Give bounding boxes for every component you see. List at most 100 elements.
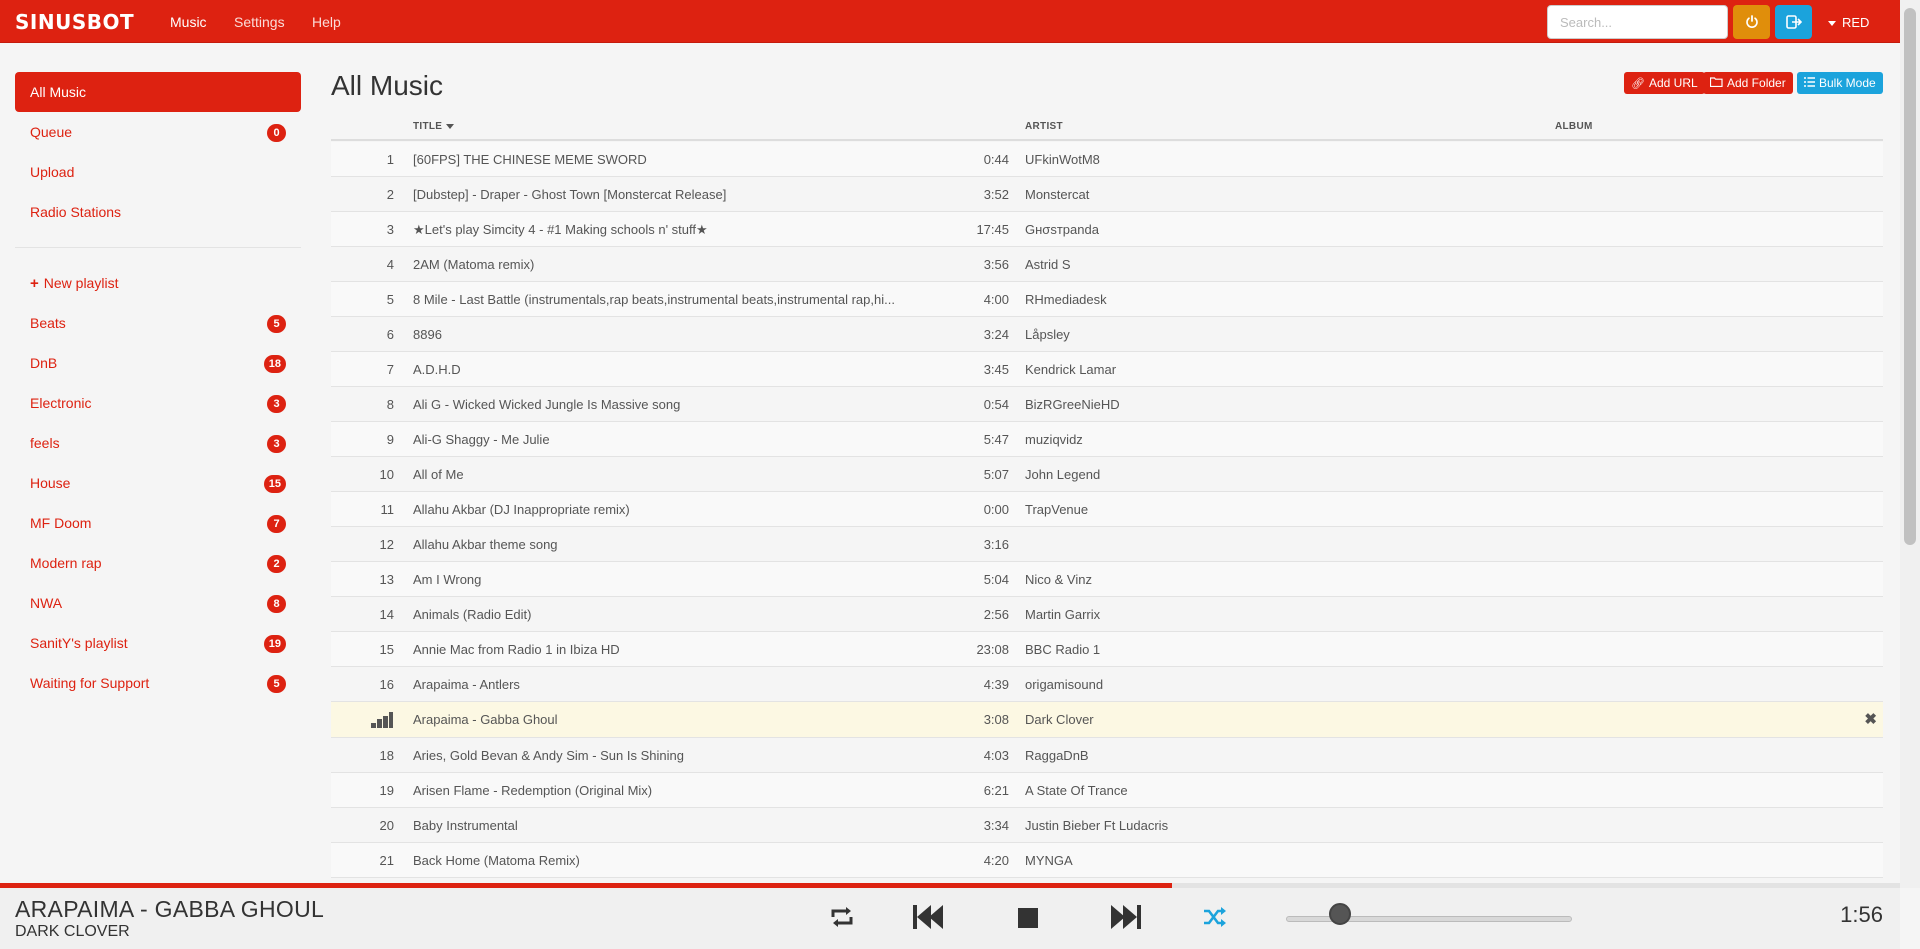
table-row-playing[interactable]: Arapaima - Gabba Ghoul 3:08 Dark Clover ✖ — [331, 702, 1883, 738]
add-url-label: Add URL — [1648, 76, 1698, 90]
user-menu[interactable]: RED — [1828, 15, 1869, 30]
logout-button[interactable] — [1775, 5, 1812, 39]
playback-time: 1:56 — [1840, 902, 1883, 927]
bulk-mode-button[interactable]: Bulk Mode — [1797, 72, 1883, 94]
sidebar-item-label: Radio Stations — [30, 204, 122, 220]
table-row[interactable]: 21 Back Home (Matoma Remix) 4:20 MYNGA — [331, 843, 1883, 878]
track-artist: Astrid S — [1025, 257, 1071, 272]
column-album[interactable]: ALBUM — [1555, 121, 1593, 132]
nav-settings[interactable]: Settings — [234, 14, 285, 30]
table-row[interactable]: 11 Allahu Akbar (DJ Inappropriate remix) 0… — [331, 492, 1883, 527]
track-title: Animals (Radio Edit) — [413, 607, 532, 622]
close-icon[interactable]: ✖ — [1864, 710, 1877, 728]
count-badge: 5 — [267, 675, 286, 693]
stop-icon — [1018, 908, 1038, 928]
table-row[interactable]: 7 A.D.H.D 3:45 Kendrick Lamar — [331, 352, 1883, 387]
sidebar-item-label: feels — [30, 435, 60, 451]
track-artist: muziqvidz — [1025, 432, 1083, 447]
count-badge: 5 — [267, 315, 286, 333]
track-number: 15 — [379, 642, 394, 657]
track-duration: 4:20 — [983, 853, 1009, 868]
sidebar-item-playlist[interactable]: Electronic 3 — [15, 383, 301, 423]
table-row[interactable]: 1 [60FPS] THE CHINESE MEME SWORD 0:44 UFkin… — [331, 142, 1883, 177]
track-title: 2AM (Matoma remix) — [413, 257, 535, 272]
power-button[interactable] — [1733, 5, 1770, 39]
sidebar-item-playlist[interactable]: SanitY's playlist 19 — [15, 623, 301, 663]
table-row[interactable]: 8 Ali G - Wicked Wicked Jungle Is Massive… — [331, 387, 1883, 422]
nav-music[interactable]: Music — [170, 14, 207, 30]
table-row[interactable]: 5 8 Mile - Last Battle (instrumentals,rap… — [331, 282, 1883, 317]
sidebar-item-playlist[interactable]: DnB 18 — [15, 343, 301, 383]
table-row[interactable]: 12 Allahu Akbar theme song 3:16 — [331, 527, 1883, 562]
table-row[interactable]: 2 [Dubstep] - Draper - Ghost Town [Monste… — [331, 177, 1883, 212]
track-artist: Låpsley — [1025, 327, 1070, 342]
add-folder-button[interactable]: Add Folder — [1703, 72, 1793, 94]
caret-down-icon — [1828, 21, 1836, 27]
previous-icon — [913, 905, 943, 929]
sidebar-item-upload[interactable]: Upload — [15, 152, 301, 192]
sidebar-item-queue[interactable]: Queue 0 — [15, 112, 301, 152]
sidebar-item-playlist[interactable]: Beats 5 — [15, 303, 301, 343]
table-row[interactable]: 14 Animals (Radio Edit) 2:56 Martin Garrix — [331, 597, 1883, 632]
table-row[interactable]: 6 8896 3:24 Låpsley — [331, 317, 1883, 352]
sidebar-item-playlist[interactable]: NWA 8 — [15, 583, 301, 623]
sidebar-item-playlist[interactable]: feels 3 — [15, 423, 301, 463]
track-number: 5 — [386, 292, 394, 307]
track-number: 10 — [379, 467, 394, 482]
sidebar-item-playlist[interactable]: Waiting for Support 5 — [15, 663, 301, 703]
add-url-button[interactable]: 🔗︎ Add URL — [1624, 72, 1705, 94]
track-number: 6 — [386, 327, 394, 342]
track-title: ★Let's play Simcity 4 - #1 Making school… — [413, 222, 708, 237]
plus-icon: + — [30, 274, 39, 292]
top-navbar: SINUSBOT Music Settings Help RED — [0, 0, 1900, 43]
track-title: A.D.H.D — [413, 362, 461, 377]
column-artist[interactable]: ARTIST — [1025, 121, 1063, 132]
count-badge: 8 — [267, 595, 286, 613]
stop-button[interactable] — [1018, 908, 1038, 928]
sidebar-item-label: All Music — [30, 84, 87, 100]
column-title[interactable]: TITLE — [413, 121, 455, 132]
repeat-button[interactable] — [829, 905, 855, 929]
sidebar-item-playlist[interactable]: MF Doom 7 — [15, 503, 301, 543]
new-playlist-button[interactable]: + New playlist — [15, 263, 301, 303]
previous-button[interactable] — [912, 904, 944, 930]
table-row[interactable]: 9 Ali-G Shaggy - Me Julie 5:47 muziqvidz — [331, 422, 1883, 457]
table-row[interactable]: 10 All of Me 5:07 John Legend — [331, 457, 1883, 492]
track-title: Back Home (Matoma Remix) — [413, 853, 580, 868]
count-badge: 0 — [267, 124, 286, 142]
track-duration: 0:54 — [983, 397, 1009, 412]
sidebar-item-radio-stations[interactable]: Radio Stations — [15, 192, 301, 232]
sidebar-divider — [15, 247, 301, 248]
table-row[interactable]: 15 Annie Mac from Radio 1 in Ibiza HD 23:0… — [331, 632, 1883, 667]
sidebar-item-playlist[interactable]: House 15 — [15, 463, 301, 503]
count-badge: 3 — [267, 395, 286, 413]
track-duration: 2:56 — [983, 607, 1009, 622]
page-title: All Music — [331, 70, 444, 101]
track-duration: 0:44 — [983, 152, 1009, 167]
table-row[interactable]: 4 2AM (Matoma remix) 3:56 Astrid S — [331, 247, 1883, 282]
track-number: 19 — [379, 783, 394, 798]
sidebar-item-playlist[interactable]: Modern rap 2 — [15, 543, 301, 583]
track-artist: RHmediadesk — [1025, 292, 1107, 307]
search-input[interactable] — [1547, 5, 1728, 39]
track-duration: 5:04 — [983, 572, 1009, 587]
table-row[interactable]: 19 Arisen Flame - Redemption (Original Mi… — [331, 773, 1883, 808]
table-row[interactable]: 20 Baby Instrumental 3:34 Justin Bieber Ft … — [331, 808, 1883, 843]
table-row[interactable]: 18 Aries, Gold Bevan & Andy Sim - Sun Is … — [331, 738, 1883, 773]
sort-desc-icon — [446, 123, 455, 129]
shuffle-button[interactable] — [1203, 906, 1227, 928]
scrollbar-thumb[interactable] — [1904, 8, 1916, 545]
table-row[interactable]: 3 ★Let's play Simcity 4 - #1 Making schoo… — [331, 212, 1883, 247]
table-row[interactable]: 13 Am I Wrong 5:04 Nico & Vinz — [331, 562, 1883, 597]
now-playing-title: Arapaima - Gabba Ghoul — [15, 896, 325, 922]
next-button[interactable] — [1110, 904, 1142, 930]
track-duration: 3:24 — [983, 327, 1009, 342]
sidebar-item-all-music[interactable]: All Music — [15, 72, 301, 112]
page-scrollbar[interactable] — [1900, 0, 1920, 888]
track-artist: Monstercat — [1025, 187, 1090, 202]
logo[interactable]: SINUSBOT — [15, 10, 134, 34]
sidebar-item-label: Waiting for Support — [30, 675, 150, 691]
nav-help[interactable]: Help — [312, 14, 341, 30]
table-row[interactable]: 16 Arapaima - Antlers 4:39 origamisound — [331, 667, 1883, 702]
track-artist: TrapVenue — [1025, 502, 1089, 517]
